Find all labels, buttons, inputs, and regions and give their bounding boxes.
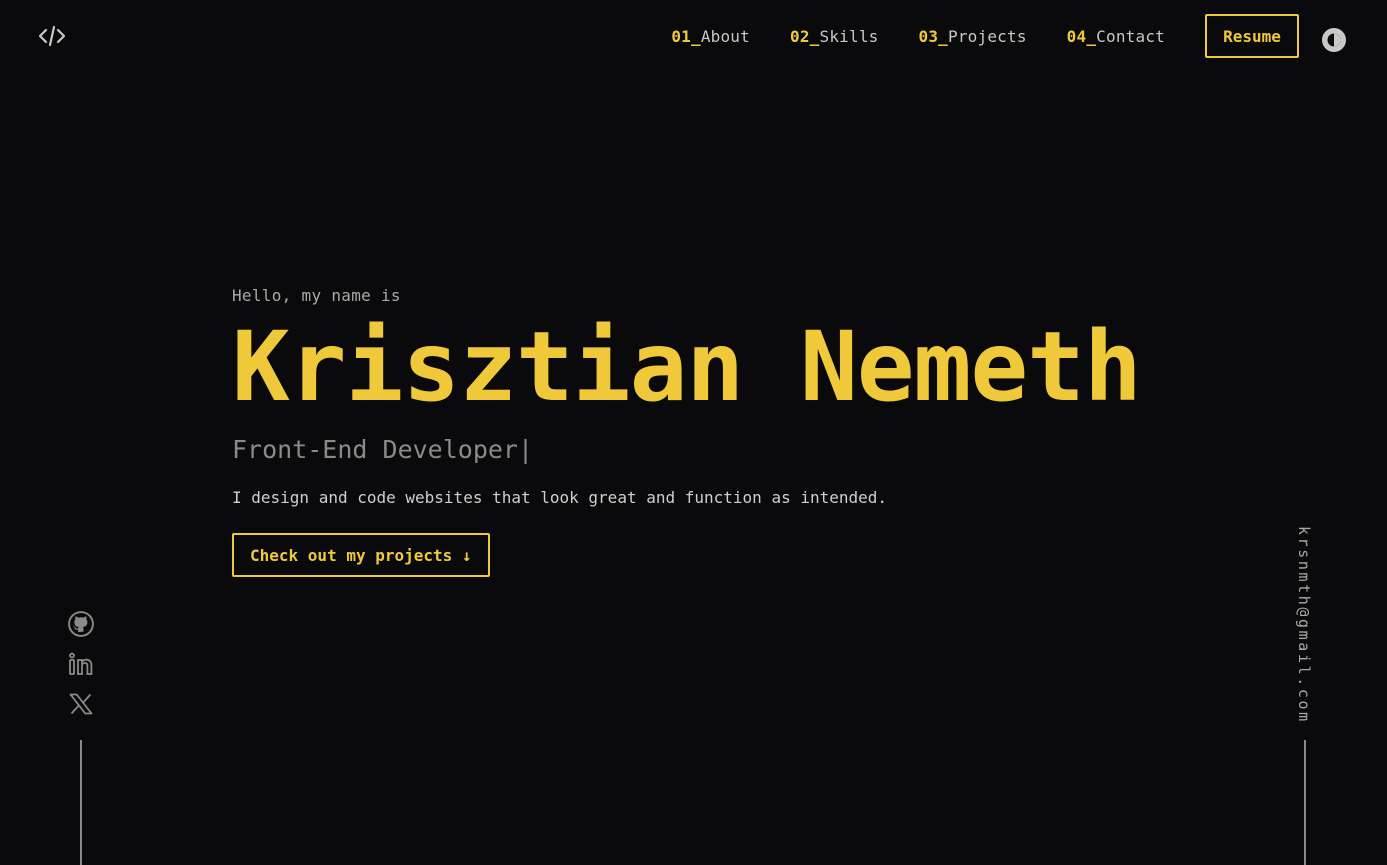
nav-number: 04_ [1066, 26, 1097, 46]
hero-role: Front-End Developer| [232, 435, 534, 464]
github-icon[interactable] [67, 610, 95, 638]
hero-section: Hello, my name is Krisztian Nemeth Front… [232, 286, 1142, 577]
right-divider-line [1304, 740, 1306, 865]
nav-link-projects[interactable]: 03_Projects [918, 27, 1026, 46]
page: 01_About 02_Skills 03_Projects 04_Contac… [0, 0, 1387, 865]
code-brackets-icon[interactable] [38, 24, 66, 48]
hero-tagline: I design and code websites that look gre… [232, 488, 888, 507]
nav-number: 01_ [671, 26, 701, 46]
nav-number: 02_ [789, 26, 820, 46]
email-link[interactable]: krsnmth@gmail.com [1295, 526, 1313, 724]
x-icon[interactable] [67, 690, 95, 718]
nav-link-about[interactable]: 01_About [671, 27, 750, 46]
nav-number: 03_ [918, 26, 948, 46]
hero-name: Krisztian Nemeth [232, 311, 1142, 423]
theme-toggle-icon[interactable] [1321, 27, 1347, 53]
nav-label: About [700, 26, 750, 46]
resume-button[interactable]: Resume [1205, 14, 1299, 58]
projects-cta-button[interactable]: Check out my projects ↓ [232, 533, 490, 577]
nav-label: Skills [819, 26, 879, 46]
left-divider-line [80, 740, 82, 865]
social-links [67, 610, 95, 730]
nav-label: Projects [947, 26, 1027, 46]
nav-link-contact[interactable]: 04_Contact [1067, 27, 1165, 46]
main-nav: 01_About 02_Skills 03_Projects 04_Contac… [671, 14, 1299, 58]
nav-label: Contact [1096, 26, 1165, 46]
linkedin-icon[interactable] [67, 650, 95, 678]
greeting-text: Hello, my name is [232, 286, 401, 305]
nav-link-skills[interactable]: 02_Skills [790, 27, 879, 46]
